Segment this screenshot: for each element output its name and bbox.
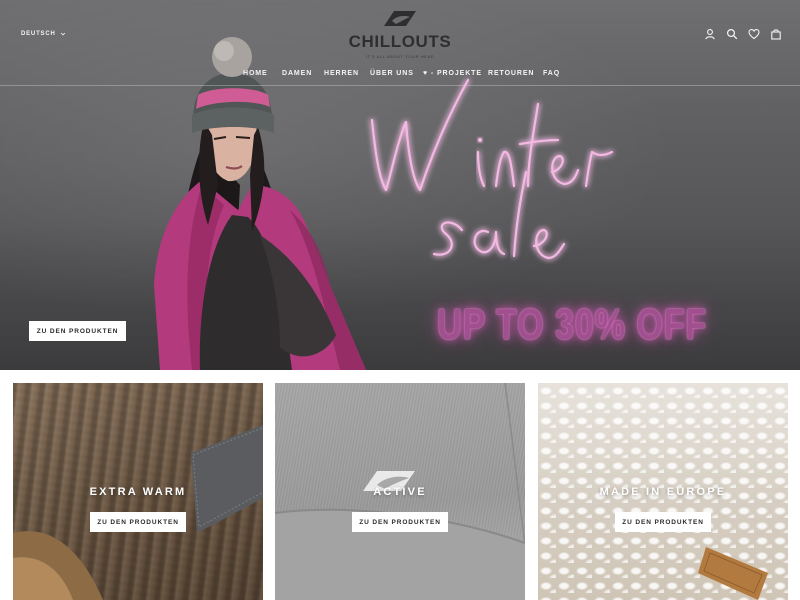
logo-tagline: IT'S ALL ABOUT YOUR HEAD: [365, 54, 435, 59]
logo-text: CHILLOUTS: [348, 32, 452, 51]
account-icon[interactable]: [704, 28, 716, 40]
hero-banner: DEUTSCH CHILLOUTS IT'S ALL ABOUT YOUR HE…: [0, 0, 800, 370]
header-divider: [0, 85, 800, 86]
tile-products-button[interactable]: ZU DEN PRODUKTEN: [352, 512, 448, 532]
heart-icon[interactable]: [748, 28, 760, 40]
language-selector[interactable]: DEUTSCH: [21, 31, 66, 37]
tile-title: ACTIVE: [373, 486, 427, 498]
brand-logo[interactable]: CHILLOUTS IT'S ALL ABOUT YOUR HEAD: [345, 8, 455, 59]
nav-faq[interactable]: FAQ: [543, 70, 560, 77]
main-navigation: HOME DAMEN HERREN ÜBER UNS ♥ - PROJEKTE …: [0, 70, 800, 80]
tile-title: EXTRA WARM: [89, 486, 187, 498]
tile-title: MADE IN EUROPE: [599, 486, 727, 498]
wooden-tag-image: [698, 547, 768, 600]
nav-projekte[interactable]: ♥ - PROJEKTE: [423, 70, 482, 77]
nav-herren[interactable]: HERREN: [324, 70, 359, 77]
tile-products-button[interactable]: ZU DEN PRODUKTEN: [615, 512, 711, 532]
nav-ueber-uns[interactable]: ÜBER UNS: [370, 70, 414, 77]
logo-mark-icon: [384, 11, 416, 26]
tile-extra-warm[interactable]: EXTRA WARM ZU DEN PRODUKTEN: [13, 383, 263, 600]
promo-text: UP TO 30% OFF: [437, 300, 708, 349]
chevron-down-icon: [60, 32, 65, 36]
nav-home[interactable]: HOME: [243, 70, 268, 77]
hero-products-button[interactable]: ZU DEN PRODUKTEN: [29, 321, 126, 341]
tile-active[interactable]: ACTIVE ZU DEN PRODUKTEN: [275, 383, 525, 600]
search-icon[interactable]: [726, 28, 738, 40]
nav-retouren[interactable]: RETOUREN: [488, 70, 534, 77]
tile-made-in-europe[interactable]: MADE IN EUROPE ZU DEN PRODUKTEN: [538, 383, 788, 600]
language-label: DEUTSCH: [21, 31, 56, 37]
header-icons: [704, 28, 782, 40]
bag-icon[interactable]: [770, 28, 782, 40]
tile-products-button[interactable]: ZU DEN PRODUKTEN: [90, 512, 186, 532]
nav-damen[interactable]: DAMEN: [282, 70, 312, 77]
